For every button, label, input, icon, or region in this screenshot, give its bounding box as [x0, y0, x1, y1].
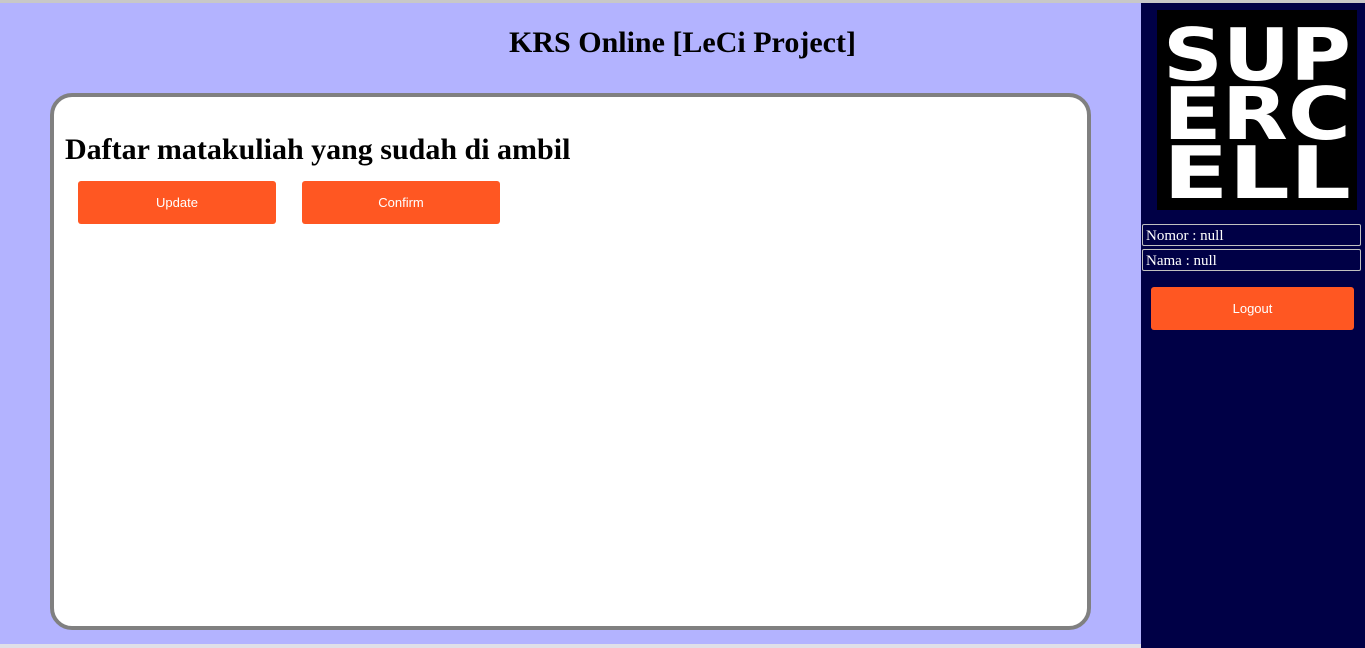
section-heading: Daftar matakuliah yang sudah di ambil — [65, 133, 571, 166]
user-nomor: Nomor : null — [1142, 224, 1361, 246]
user-nama: Nama : null — [1142, 249, 1361, 271]
confirm-button[interactable]: Confirm — [302, 181, 500, 224]
update-button[interactable]: Update — [78, 181, 276, 224]
bottom-edge — [0, 644, 1141, 648]
content-panel: Daftar matakuliah yang sudah di ambil Up… — [50, 93, 1091, 630]
svg-text:ELL: ELL — [1163, 131, 1351, 210]
sidebar: SUP ERC ELL Nomor : null Nama : null Log… — [1141, 3, 1365, 648]
supercell-logo: SUP ERC ELL — [1157, 10, 1357, 215]
logout-button[interactable]: Logout — [1151, 287, 1354, 330]
